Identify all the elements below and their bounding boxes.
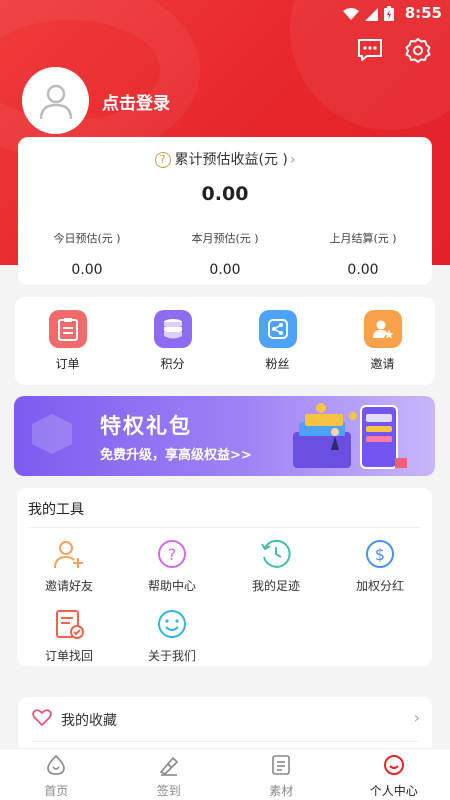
tab-home[interactable]: 首页: [0, 749, 113, 800]
divider: [32, 741, 418, 742]
earnings-col-value: 0.00: [209, 262, 241, 278]
battery-icon: [384, 6, 394, 25]
status-time: 8:55: [404, 4, 442, 22]
quick-item-label: 订单: [55, 357, 80, 371]
tools-card: 我的工具 邀请好友 ? 帮助中心 我的足迹 $ 加权分红 订单找回 关于我们: [17, 488, 432, 666]
tool-footprint[interactable]: 我的足迹: [226, 537, 326, 594]
divider: [28, 527, 421, 528]
tab-label: 素材: [269, 784, 294, 798]
invite-friend-icon: [52, 537, 86, 571]
tool-order-recover[interactable]: 订单找回: [19, 607, 119, 664]
earnings-col-label: 今日预估(元 ): [53, 232, 121, 245]
help-icon: ?: [155, 537, 189, 571]
tool-label: 邀请好友: [44, 579, 93, 593]
tool-label: 帮助中心: [147, 579, 196, 593]
earnings-col-today: 今日预估(元 ) 0.00: [18, 230, 156, 278]
avatar[interactable]: [22, 67, 89, 134]
material-icon: [225, 754, 338, 780]
quick-item-label: 邀请: [370, 357, 395, 371]
share-icon: [258, 310, 297, 348]
banner-subtitle: 免费升级，享高级权益>>: [100, 448, 252, 463]
earnings-title-row[interactable]: ? 累计预估收益(元 ) ›: [18, 149, 432, 169]
user-icon: [39, 84, 72, 119]
quick-menu: 订单 积分 粉丝 邀请: [15, 297, 435, 385]
order-recover-icon: [52, 607, 86, 641]
checkin-icon: [113, 754, 226, 780]
quick-item-orders[interactable]: 订单: [23, 310, 113, 372]
settings-icon[interactable]: [404, 36, 432, 64]
coins-icon: [153, 310, 192, 348]
question-icon: ?: [154, 152, 171, 168]
chevron-right-icon: ›: [289, 152, 296, 168]
privilege-banner[interactable]: 特权礼包 免费升级，享高级权益>>: [14, 396, 435, 476]
tools-title: 我的工具: [28, 502, 84, 518]
login-link[interactable]: 点击登录: [102, 89, 170, 114]
earnings-col-label: 本月预估(元 ): [191, 232, 259, 245]
quick-item-points[interactable]: 积分: [128, 310, 218, 372]
tool-label: 订单找回: [44, 649, 93, 663]
tool-about-us[interactable]: 关于我们: [122, 607, 222, 664]
cube-decoration: [32, 414, 72, 454]
tool-weighted-dividend[interactable]: $ 加权分红: [330, 537, 430, 594]
profile-icon: [338, 754, 450, 780]
svg-text:$: $: [375, 545, 385, 564]
message-icon[interactable]: [356, 36, 384, 64]
quick-item-fans[interactable]: 粉丝: [233, 310, 323, 372]
svg-text:?: ?: [168, 545, 177, 564]
earnings-total: 0.00: [201, 183, 249, 205]
bottom-tab-bar: 首页 签到 素材 个人中心: [0, 748, 450, 800]
tool-label: 加权分红: [355, 579, 404, 593]
earnings-col-value: 0.00: [347, 262, 379, 278]
signal-icon: [365, 6, 378, 25]
wifi-icon: [343, 6, 359, 25]
banner-title: 特权礼包: [100, 414, 192, 438]
earnings-col-month: 本月预估(元 ) 0.00: [156, 230, 294, 278]
user-star-icon: [363, 310, 402, 348]
clipboard-icon: [48, 310, 87, 348]
tab-material[interactable]: 素材: [225, 749, 338, 800]
favorites-label: 我的收藏: [61, 713, 117, 729]
dollar-icon: $: [363, 537, 397, 571]
earnings-col-value: 0.00: [71, 262, 103, 278]
quick-item-label: 粉丝: [265, 357, 290, 371]
quick-item-invite[interactable]: 邀请: [338, 310, 428, 372]
tab-label: 个人中心: [369, 784, 418, 798]
quick-item-label: 积分: [160, 357, 185, 371]
chevron-right-icon: ›: [413, 708, 420, 727]
wallet-phone-illustration: [291, 402, 421, 476]
tool-invite-friend[interactable]: 邀请好友: [19, 537, 119, 594]
tab-label: 签到: [156, 784, 181, 798]
tool-help-center[interactable]: ? 帮助中心: [122, 537, 222, 594]
tab-label: 首页: [44, 784, 69, 798]
tab-checkin[interactable]: 签到: [113, 749, 226, 800]
earnings-title: 累计预估收益(元 ): [174, 152, 288, 168]
status-bar: 8:55: [0, 0, 450, 28]
tab-profile[interactable]: 个人中心: [338, 749, 450, 800]
heart-icon: [32, 709, 52, 731]
earnings-col-label: 上月结算(元 ): [329, 232, 397, 245]
home-icon: [0, 754, 113, 780]
tool-label: 我的足迹: [251, 579, 300, 593]
smile-icon: [155, 607, 189, 641]
earnings-col-lastmonth: 上月结算(元 ) 0.00: [294, 230, 432, 278]
earnings-card: ? 累计预估收益(元 ) › 0.00 今日预估(元 ) 0.00 本月预估(元 )…: [18, 137, 432, 285]
tool-label: 关于我们: [147, 649, 196, 663]
history-icon: [259, 537, 293, 571]
